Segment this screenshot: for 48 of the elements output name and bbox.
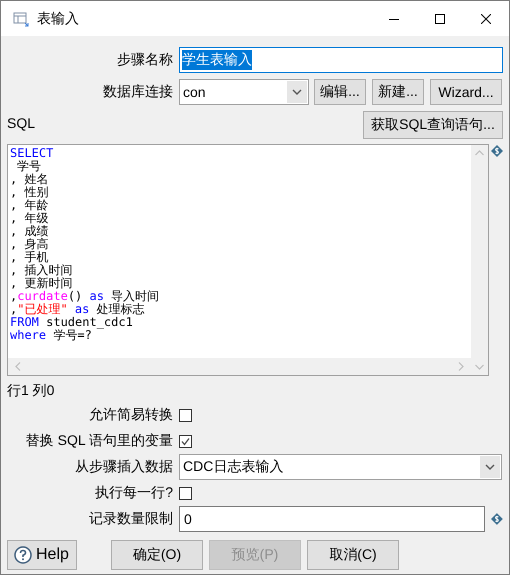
- code-line: FROM student_cdc1: [10, 316, 134, 329]
- step-dropdown[interactable]: CDC日志表输入: [179, 454, 502, 480]
- option-label: 执行每一行?: [94, 484, 173, 502]
- dialog-button[interactable]: 确定(O): [111, 540, 203, 570]
- window-title: 表输入: [37, 10, 80, 28]
- code-line: , 性别: [10, 186, 50, 199]
- field-label: 数据库连接: [102, 83, 173, 101]
- maximize-icon[interactable]: [435, 14, 445, 24]
- chevron-down-icon: [484, 462, 496, 472]
- variable-icon: [491, 513, 503, 525]
- code-line: 学号: [16, 160, 42, 173]
- code-line: ,"已处理" as 处理标志: [10, 303, 146, 316]
- code-line: ,curdate() as 导入时间: [10, 290, 160, 303]
- code-line: , 插入时间: [10, 264, 74, 277]
- check-icon: [181, 436, 190, 446]
- option-label: 允许简易转换: [88, 406, 173, 424]
- table-icon: [13, 10, 29, 26]
- checkbox[interactable]: [179, 486, 192, 500]
- checkbox[interactable]: [179, 408, 192, 422]
- get-sql-button[interactable]: 获取SQL查询语句...: [363, 111, 503, 139]
- connection-button[interactable]: Wizard...: [430, 79, 502, 105]
- variable-icon: [491, 145, 503, 157]
- help-icon: [14, 546, 32, 564]
- step-name-field[interactable]: 学生表输入: [179, 47, 503, 73]
- code-line: , 姓名: [10, 173, 50, 186]
- connection-dropdown[interactable]: con: [179, 79, 309, 105]
- cursor-position: 行1 列0: [7, 382, 56, 400]
- option-label: 从步骤插入数据: [74, 458, 173, 476]
- option-label: 替换 SQL 语句里的变量: [24, 432, 173, 450]
- connection-button[interactable]: 新建...: [372, 79, 424, 105]
- dialog-button[interactable]: 取消(C): [307, 540, 399, 570]
- sql-label: SQL: [7, 115, 36, 131]
- checkbox[interactable]: [179, 434, 192, 448]
- chevron-down-icon: [291, 87, 303, 97]
- code-line: , 成绩: [10, 225, 50, 238]
- code-line: , 更新时间: [10, 277, 74, 290]
- code-line: , 年级: [10, 212, 50, 225]
- code-line: , 手机: [10, 251, 50, 264]
- limit-field[interactable]: 0: [179, 506, 486, 532]
- code-line: , 身高: [10, 238, 50, 251]
- code-line: SELECT: [10, 147, 54, 160]
- field-label: 步骤名称: [116, 51, 173, 69]
- code-line: , 年龄: [10, 199, 50, 212]
- option-label: 记录数量限制: [88, 510, 173, 528]
- help-button[interactable]: Help: [7, 540, 77, 570]
- code-line: where 学号=?: [10, 329, 92, 342]
- connection-button[interactable]: 编辑...: [314, 79, 366, 105]
- close-icon[interactable]: [481, 14, 491, 24]
